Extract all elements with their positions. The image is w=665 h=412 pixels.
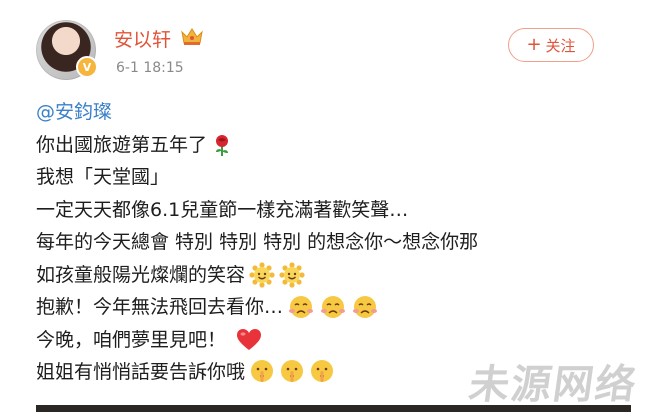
sad-face-emoji-icon [287, 294, 315, 320]
sad-face-emoji-icon [319, 294, 347, 320]
follow-button[interactable]: + 关注 [508, 28, 594, 62]
sun-smile-emoji-icon [279, 262, 305, 288]
post-line: 每年的今天總會 特別 特別 特別 的想念你～想念你那 [36, 226, 636, 259]
author-name[interactable]: 安以轩 [114, 25, 171, 52]
post-text: 我想「天堂國」 [36, 166, 170, 188]
mention-link[interactable]: @安鈞璨 [36, 96, 112, 129]
post-text: 如孩童般陽光燦爛的笑容 [36, 263, 246, 286]
crown-icon [181, 28, 203, 45]
post-text: 抱歉！今年無法飛回去看你… [36, 296, 284, 318]
red-heart-emoji-icon [236, 328, 262, 352]
sun-smile-emoji-icon [249, 262, 275, 288]
post-line: @安鈞璨 [36, 96, 636, 129]
shush-face-emoji-icon [279, 359, 305, 385]
follow-label: 关注 [545, 36, 576, 55]
verified-badge-icon: V [76, 56, 98, 78]
post-content: @安鈞璨 你出國旅遊第五年了 我想「天堂國」 一定天天都像6.1兒童節一樣充滿著… [36, 96, 636, 389]
avatar[interactable]: V [36, 20, 98, 80]
post-line: 你出國旅遊第五年了 [36, 129, 636, 162]
post-line: 一定天天都像6.1兒童節一樣充滿著歡笑聲… [36, 194, 636, 227]
post-line: 如孩童般陽光燦爛的笑容 [36, 259, 636, 292]
rose-emoji-icon [211, 133, 233, 157]
post-line: 抱歉！今年無法飛回去看你… [36, 291, 636, 324]
post-timestamp: 6-1 18:15 [116, 60, 184, 76]
post-text: 一定天天都像6.1兒童節一樣充滿著歡笑聲… [36, 198, 409, 221]
sad-face-emoji-icon [351, 294, 379, 320]
shush-face-emoji-icon [309, 359, 335, 385]
plus-icon: + [526, 34, 542, 55]
shush-face-emoji-icon [249, 359, 275, 385]
post-text: 每年的今天總會 特別 特別 特別 的想念你～想念你那 [36, 231, 479, 253]
post-line: 我想「天堂國」 [36, 161, 636, 194]
watermark: 未源网络 [466, 361, 641, 408]
post-text: 你出國旅遊第五年了 [36, 133, 208, 156]
post-text: 今晚，咱們夢里見吧！ [36, 328, 227, 351]
post-text: 姐姐有悄悄話要告訴你哦 [36, 361, 246, 383]
